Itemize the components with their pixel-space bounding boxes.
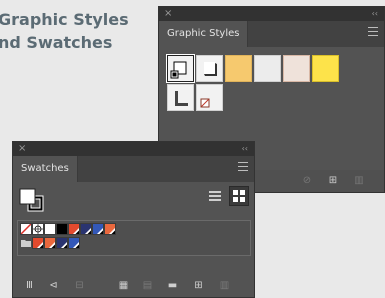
swatch-group-blue[interactable] [68, 237, 80, 249]
graphic-style-peach[interactable] [283, 55, 310, 82]
break-link-icon[interactable]: ⊘ [301, 175, 313, 187]
graphic-style-light-gray[interactable] [254, 55, 281, 82]
tab-swatches[interactable]: Swatches [13, 156, 78, 182]
heading-line-2: nd Swatches [0, 33, 113, 52]
swatch-white[interactable] [44, 223, 56, 235]
close-icon[interactable]: × [164, 7, 172, 21]
edit-group-icon[interactable]: ▤ [141, 279, 154, 292]
graphic-style-drop-shadow[interactable] [196, 55, 223, 82]
grid-view-icon[interactable] [229, 186, 249, 206]
swatches-toolbar: Ⅲ ⊲ ⊟ ▦ ▤ ▬ ⊞ ▥ [13, 273, 254, 297]
panel-titlebar[interactable]: × ‹‹ [13, 142, 254, 156]
swatch-red[interactable] [68, 223, 80, 235]
panel-menu-icon[interactable] [238, 162, 248, 171]
swatch-none[interactable] [20, 223, 32, 235]
swatch-grid [17, 220, 251, 256]
swatch-navy[interactable] [80, 223, 92, 235]
close-icon[interactable]: × [18, 142, 26, 156]
swatch-blue[interactable] [92, 223, 104, 235]
tab-graphic-styles[interactable]: Graphic Styles [159, 21, 249, 47]
collapse-icon[interactable]: ‹‹ [242, 142, 248, 156]
fill-stroke-indicator[interactable] [19, 188, 47, 214]
swatch-libraries-icon[interactable]: Ⅲ [23, 279, 36, 292]
swatch-registration[interactable] [32, 223, 44, 235]
graphic-style-orange[interactable] [225, 55, 252, 82]
panel-menu-icon[interactable] [368, 27, 378, 36]
swatch-group-navy[interactable] [56, 237, 68, 249]
show-kinds-icon[interactable]: ⊲ [47, 279, 60, 292]
color-group-folder-icon[interactable] [20, 237, 32, 249]
page-heading: Graphic Styles nd Swatches [0, 8, 129, 54]
swatch-black[interactable] [56, 223, 68, 235]
trash-icon[interactable]: ▥ [353, 175, 365, 187]
swatch-group-orange[interactable] [44, 237, 56, 249]
swatch-group-red[interactable] [32, 237, 44, 249]
new-color-group-icon[interactable]: ▬ [166, 279, 179, 292]
swatch-orange[interactable] [104, 223, 116, 235]
graphic-style-inner-shadow[interactable] [167, 84, 194, 111]
trash-icon[interactable]: ▥ [218, 279, 231, 292]
list-view-icon[interactable] [207, 188, 223, 204]
new-style-icon[interactable]: ⊞ [327, 175, 339, 187]
swatches-panel: × ‹‹ Swatches Ⅲ ⊲ ⊟ ▦ ▤ ▬ ⊞ ▥ [12, 141, 255, 298]
swatch-options-icon[interactable]: ⊟ [73, 279, 86, 292]
new-swatch-icon[interactable]: ⊞ [192, 279, 205, 292]
graphic-style-red-outline[interactable] [196, 84, 223, 111]
graphic-style-yellow[interactable] [312, 55, 339, 82]
heading-line-1: Graphic Styles [0, 10, 129, 29]
color-group-edit-icon[interactable]: ▦ [117, 279, 130, 292]
collapse-icon[interactable]: ‹‹ [372, 7, 378, 21]
panel-titlebar[interactable]: × ‹‹ [159, 7, 384, 21]
graphic-style-default[interactable] [166, 54, 195, 83]
